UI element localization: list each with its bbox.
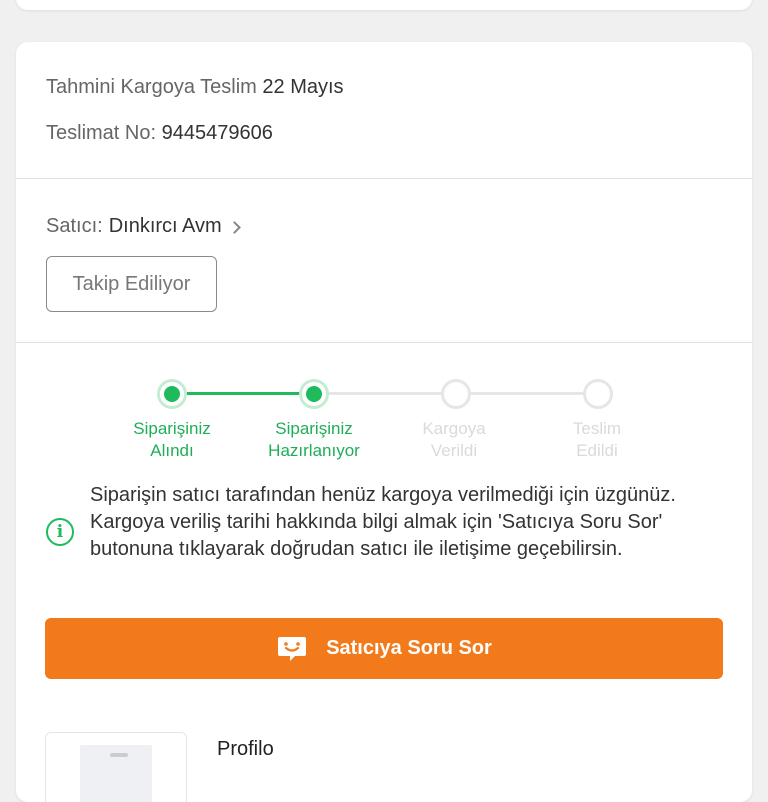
progress-line-2 [315, 392, 455, 395]
seller-name: Dınkırcı Avm [108, 215, 222, 237]
shipping-notice-text: Siparişin satıcı tarafından henüz kargoy… [90, 484, 676, 560]
order-card: Tahmini Kargoya Teslim 22 Mayıs Teslimat… [16, 42, 752, 802]
product-image [80, 745, 152, 802]
step-label-preparing: Siparişiniz Hazırlanıyor [268, 419, 360, 460]
ask-seller-label: Satıcıya Soru Sor [326, 637, 492, 659]
order-progress: Siparişiniz Alındı Siparişiniz Hazırlanı… [16, 344, 752, 474]
previous-card [16, 0, 752, 10]
step-label-received: Siparişiniz Alındı [133, 419, 211, 460]
seller-link[interactable]: Satıcı: Dınkırcı Avm [46, 215, 241, 238]
step-dot-received [157, 379, 187, 409]
step-label-shipped: Kargoya Verildi [422, 419, 486, 460]
estimated-delivery: Tahmini Kargoya Teslim 22 Mayıs [46, 76, 344, 99]
delivery-number-value: 9445479606 [161, 122, 273, 144]
seller-label: Satıcı: [46, 215, 103, 237]
estimated-delivery-label: Tahmini Kargoya Teslim [46, 76, 257, 98]
seller-section: Satıcı: Dınkırcı Avm Takip Ediliyor [16, 179, 752, 343]
progress-line-3 [457, 392, 597, 395]
estimated-delivery-date: 22 Mayıs [262, 76, 344, 98]
delivery-info-section: Tahmini Kargoya Teslim 22 Mayıs Teslimat… [16, 42, 752, 179]
progress-line-1 [173, 392, 313, 395]
step-dot-preparing [299, 379, 329, 409]
info-icon: i [46, 518, 74, 546]
delivery-number-label: Teslimat No: [46, 122, 157, 144]
chevron-right-icon [227, 220, 241, 234]
delivery-number: Teslimat No: 9445479606 [46, 122, 273, 145]
ask-seller-button[interactable]: Satıcıya Soru Sor [45, 618, 723, 679]
product-thumbnail[interactable] [45, 732, 187, 802]
step-dot-shipped [441, 379, 471, 409]
chat-bubble-icon [276, 635, 308, 663]
product-brand[interactable]: Profilo [217, 738, 274, 761]
step-dot-delivered [583, 379, 613, 409]
follow-seller-button[interactable]: Takip Ediliyor [46, 256, 217, 312]
step-label-delivered: Teslim Edildi [572, 419, 622, 460]
